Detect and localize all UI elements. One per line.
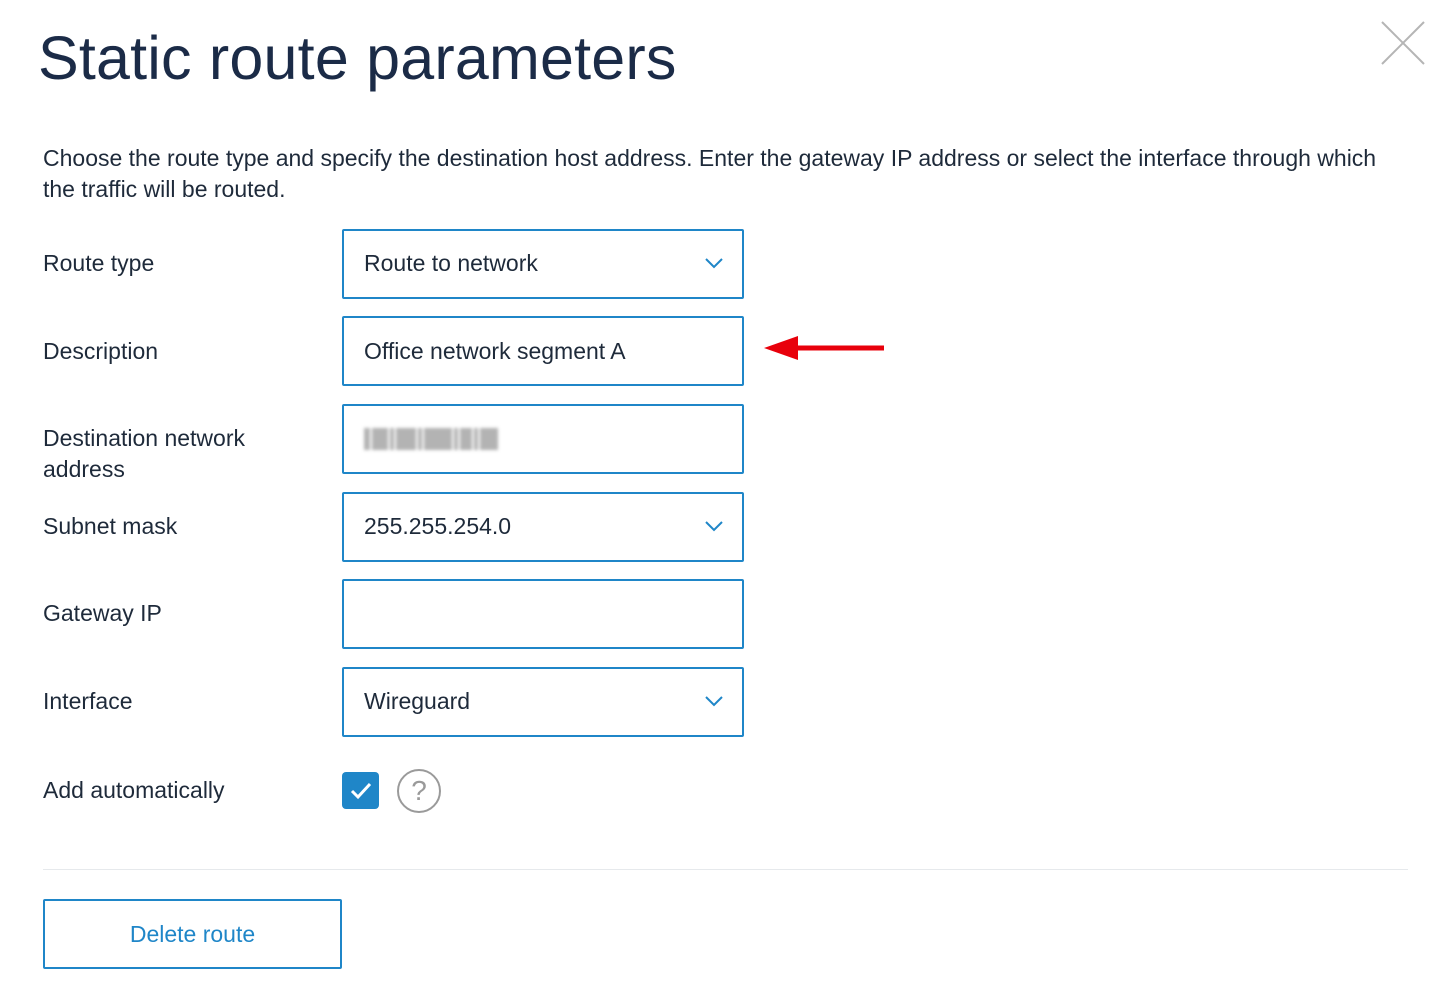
- subnet-mask-select[interactable]: 255.255.254.0: [342, 492, 744, 562]
- gateway-ip-input[interactable]: [364, 581, 724, 647]
- description-input[interactable]: [364, 318, 724, 384]
- redacted-address: [364, 428, 498, 450]
- dialog-title: Static route parameters: [38, 24, 677, 92]
- interface-value: Wireguard: [364, 688, 471, 714]
- footer-divider: [43, 869, 1408, 870]
- description-field[interactable]: [342, 316, 744, 386]
- subnet-mask-value: 255.255.254.0: [364, 513, 512, 539]
- help-icon[interactable]: ?: [397, 769, 441, 813]
- red-arrow-icon: [764, 336, 884, 360]
- add-automatically-label: Add automatically: [43, 777, 225, 803]
- interface-label: Interface: [43, 688, 133, 714]
- subnet-mask-label: Subnet mask: [43, 513, 178, 539]
- checkmark-icon: [350, 782, 372, 800]
- chevron-down-icon: [705, 696, 723, 707]
- route-type-value: Route to network: [364, 250, 538, 276]
- destination-field[interactable]: [342, 404, 744, 474]
- route-type-select[interactable]: Route to network: [342, 229, 744, 299]
- gateway-ip-label: Gateway IP: [43, 600, 162, 626]
- gateway-ip-field[interactable]: [342, 579, 744, 649]
- dialog-description: Choose the route type and specify the de…: [43, 145, 1377, 202]
- destination-label: Destination network address: [43, 425, 245, 482]
- interface-select[interactable]: Wireguard: [342, 667, 744, 737]
- description-label: Description: [43, 338, 159, 364]
- delete-route-button[interactable]: Delete route: [43, 899, 342, 969]
- route-type-label: Route type: [43, 250, 155, 276]
- add-automatically-checkbox[interactable]: [342, 772, 379, 809]
- chevron-down-icon: [705, 521, 723, 532]
- chevron-down-icon: [705, 258, 723, 269]
- close-icon[interactable]: [1380, 20, 1426, 66]
